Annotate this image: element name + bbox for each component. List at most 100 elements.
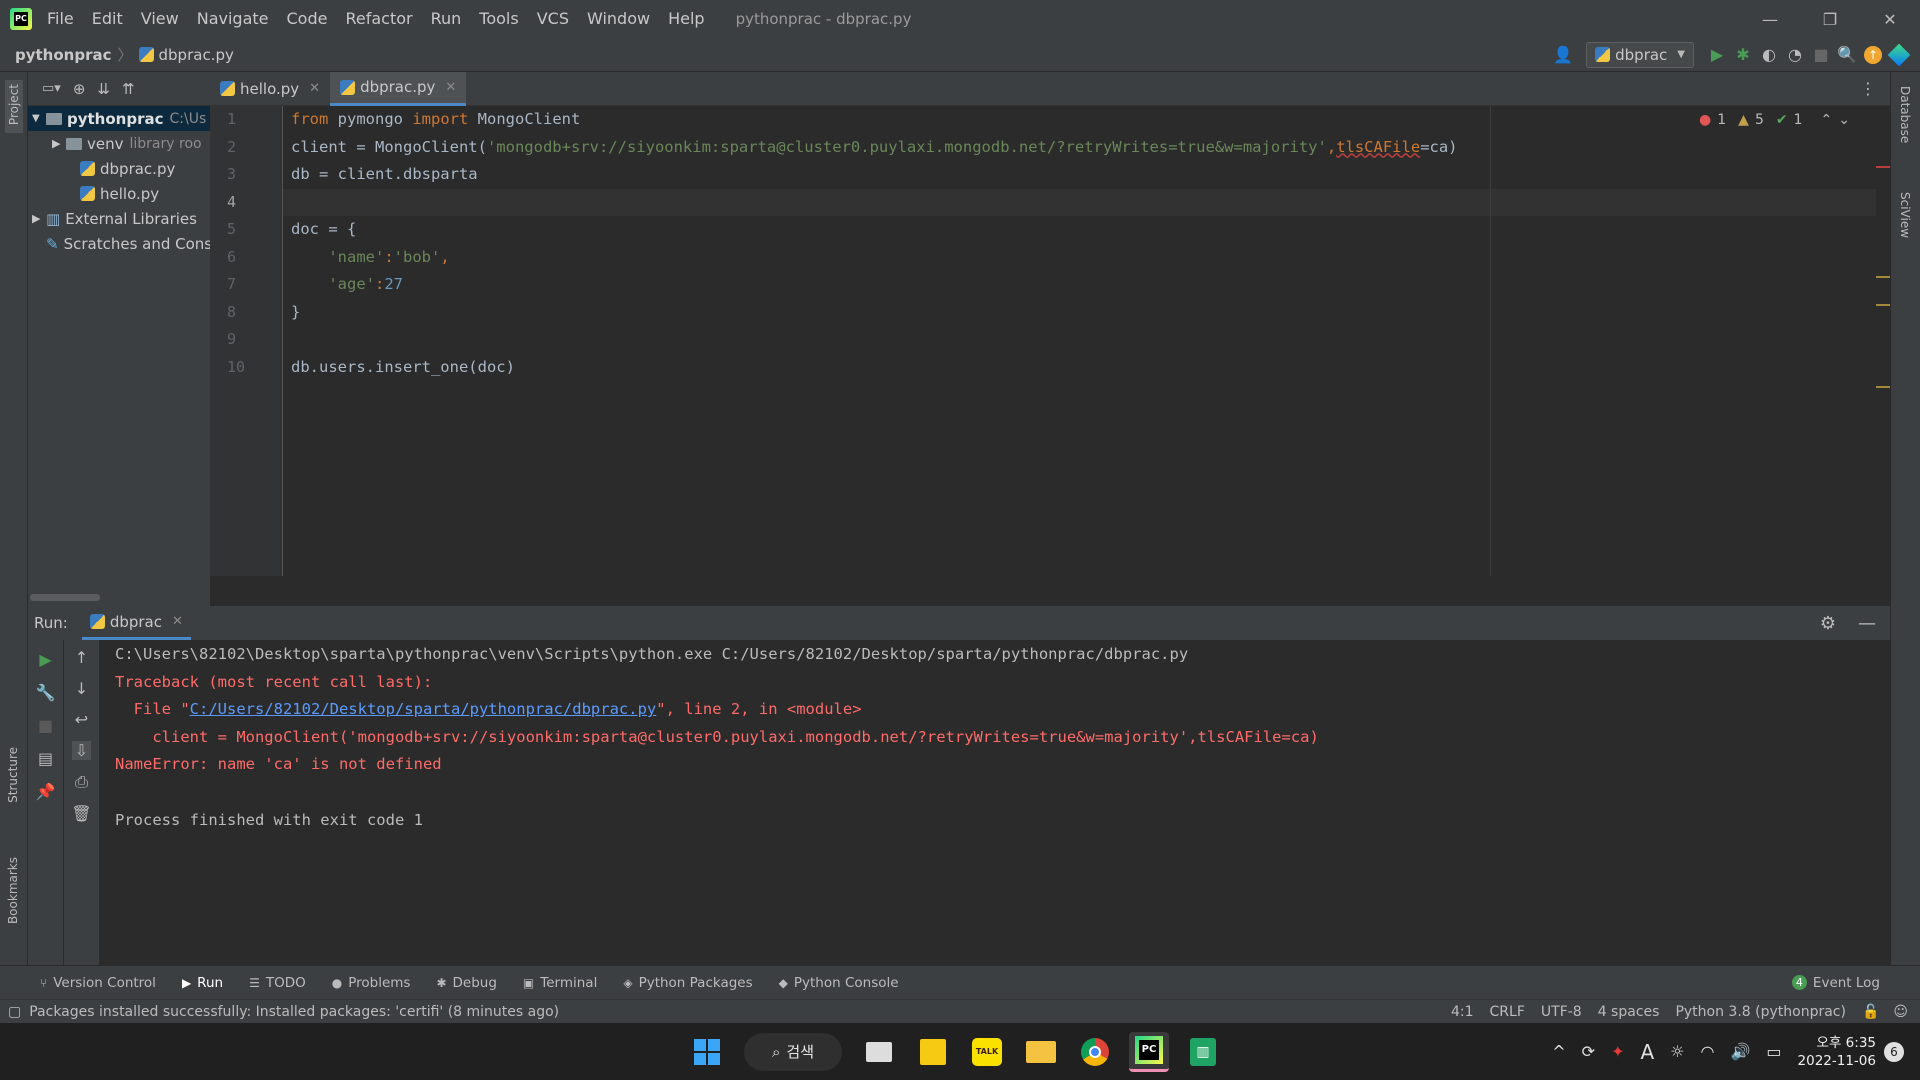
soft-wrap-icon[interactable]: ↩ bbox=[75, 710, 88, 729]
file-explorer-icon[interactable] bbox=[1021, 1032, 1061, 1072]
rerun-icon[interactable]: ▶ bbox=[39, 650, 51, 669]
taskbar-search[interactable]: ⌕ 검색 bbox=[744, 1032, 843, 1071]
menu-window[interactable]: Window bbox=[578, 0, 659, 38]
status-interpreter[interactable]: Python 3.8 (pythonprac) bbox=[1675, 1004, 1846, 1020]
app-tray-icon[interactable]: ✦ bbox=[1611, 1042, 1624, 1061]
status-encoding[interactable]: UTF-8 bbox=[1541, 1004, 1582, 1020]
inspection-widget[interactable]: ● 1 ▲ 5 ✔ 1 ⌃ ⌄ bbox=[1699, 112, 1850, 128]
debug-icon[interactable]: ✱ bbox=[1730, 42, 1756, 68]
arrow-up-icon[interactable]: ↑ bbox=[75, 648, 88, 667]
menu-vcs[interactable]: VCS bbox=[528, 0, 578, 38]
more-tabs-icon[interactable]: ⋮ bbox=[1860, 79, 1876, 98]
profile-icon[interactable]: ◔ bbox=[1782, 42, 1808, 68]
sync-icon[interactable]: ⟳ bbox=[1582, 1042, 1595, 1061]
lock-icon[interactable]: 🔓 bbox=[1862, 1004, 1879, 1020]
toggle-tool-buttons-icon[interactable]: ▢ bbox=[8, 1004, 21, 1020]
close-tab-icon[interactable]: ✕ bbox=[445, 80, 456, 95]
tree-root[interactable]: ▼ pythonprac C:\Us bbox=[28, 106, 210, 131]
tool-event-log[interactable]: 4 Event Log bbox=[1791, 975, 1880, 991]
gear-icon[interactable]: ⚙ bbox=[1820, 613, 1836, 634]
close-button[interactable]: ✕ bbox=[1860, 0, 1920, 38]
sticky-notes-icon[interactable] bbox=[913, 1032, 953, 1072]
pin-icon[interactable]: 📌 bbox=[36, 782, 56, 801]
tab-dbprac[interactable]: dbprac.py ✕ bbox=[330, 71, 467, 106]
menu-navigate[interactable]: Navigate bbox=[188, 0, 278, 38]
print-icon[interactable]: ⎙ bbox=[75, 772, 88, 792]
jetbrains-toolbox-icon[interactable] bbox=[1886, 42, 1912, 68]
tree-item-hello[interactable]: hello.py bbox=[28, 181, 210, 206]
tool-bookmarks[interactable]: Bookmarks bbox=[6, 857, 20, 928]
tool-python-packages[interactable]: ◈ Python Packages bbox=[623, 975, 752, 991]
run-tab-dbprac[interactable]: dbprac ✕ bbox=[81, 606, 191, 640]
brightness-icon[interactable]: ☼ bbox=[1670, 1042, 1684, 1061]
tool-problems[interactable]: ● Problems bbox=[332, 975, 411, 991]
kakaotalk-icon[interactable]: TALK bbox=[967, 1032, 1007, 1072]
task-view-icon[interactable] bbox=[859, 1032, 899, 1072]
tree-item-dbprac[interactable]: dbprac.py bbox=[28, 156, 210, 181]
tool-structure[interactable]: Structure bbox=[6, 747, 20, 807]
minimize-button[interactable]: — bbox=[1740, 0, 1800, 38]
menu-refactor[interactable]: Refactor bbox=[336, 0, 421, 38]
tool-debug[interactable]: ✱ Debug bbox=[436, 975, 496, 991]
volume-icon[interactable]: 🔊 bbox=[1730, 1042, 1750, 1061]
expand-all-icon[interactable]: ⇊ bbox=[97, 80, 110, 98]
tree-item-external-libraries[interactable]: ▶ ▥ External Libraries bbox=[28, 206, 210, 231]
tool-terminal[interactable]: ▣ Terminal bbox=[523, 975, 597, 991]
user-icon[interactable]: 👤 bbox=[1550, 42, 1576, 68]
code-editor[interactable]: from pymongo import MongoClient client =… bbox=[283, 106, 1890, 576]
layout-icon[interactable]: ▤ bbox=[38, 749, 53, 768]
update-icon[interactable]: ↑ bbox=[1860, 42, 1886, 68]
menu-view[interactable]: View bbox=[132, 0, 188, 38]
horizontal-scrollbar[interactable] bbox=[30, 594, 100, 601]
tray-chevron-up-icon[interactable]: ^ bbox=[1552, 1042, 1565, 1061]
menu-code[interactable]: Code bbox=[278, 0, 337, 38]
menu-run[interactable]: Run bbox=[422, 0, 471, 38]
menu-tools[interactable]: Tools bbox=[470, 0, 527, 38]
wifi-icon[interactable]: ◠ bbox=[1701, 1042, 1715, 1061]
tool-project[interactable]: Project bbox=[5, 80, 23, 134]
status-line-separator[interactable]: CRLF bbox=[1490, 1004, 1525, 1020]
battery-icon[interactable]: ▭ bbox=[1766, 1042, 1781, 1061]
hide-panel-icon[interactable]: — bbox=[1858, 613, 1876, 634]
trash-icon[interactable]: 🗑 bbox=[71, 804, 91, 823]
locate-icon[interactable]: ⊕ bbox=[73, 80, 86, 98]
coverage-icon[interactable]: ◐ bbox=[1756, 42, 1782, 68]
previous-highlight-icon[interactable]: ⌃ bbox=[1821, 112, 1833, 128]
restore-button[interactable]: ❐ bbox=[1800, 0, 1860, 38]
tree-item-scratches[interactable]: ✎ Scratches and Cons bbox=[28, 231, 210, 256]
tool-version-control[interactable]: ⑂ Version Control bbox=[40, 975, 156, 991]
next-highlight-icon[interactable]: ⌄ bbox=[1838, 112, 1850, 128]
arrow-down-icon[interactable]: ↓ bbox=[75, 679, 88, 698]
close-tab-icon[interactable]: ✕ bbox=[172, 614, 183, 629]
tree-item-venv[interactable]: ▶ venv library roo bbox=[28, 131, 210, 156]
start-icon[interactable] bbox=[687, 1032, 727, 1072]
stop-icon[interactable]: ■ bbox=[38, 716, 53, 735]
menu-help[interactable]: Help bbox=[659, 0, 713, 38]
tool-todo[interactable]: ☰ TODO bbox=[249, 975, 306, 991]
search-icon[interactable]: 🔍 bbox=[1834, 42, 1860, 68]
close-tab-icon[interactable]: ✕ bbox=[309, 81, 320, 96]
run-console[interactable]: C:\Users\82102\Desktop\sparta\pythonprac… bbox=[100, 640, 1890, 965]
run-config-select[interactable]: dbprac ▼ bbox=[1586, 41, 1694, 68]
inspector-icon[interactable]: ☺ bbox=[1893, 1004, 1908, 1020]
tool-sciview[interactable]: SciView bbox=[1898, 192, 1912, 242]
notification-badge[interactable]: 6 bbox=[1884, 1041, 1904, 1062]
chrome-icon[interactable] bbox=[1075, 1032, 1115, 1072]
clock[interactable]: 오후 6:35 2022-11-06 bbox=[1798, 1034, 1876, 1070]
pycharm-taskbar-icon[interactable]: PC bbox=[1129, 1031, 1170, 1072]
tool-database[interactable]: Database bbox=[1898, 86, 1912, 147]
tool-python-console[interactable]: ◆ Python Console bbox=[779, 975, 899, 991]
status-indent[interactable]: 4 spaces bbox=[1598, 1004, 1660, 1020]
stop-icon[interactable]: ■ bbox=[1808, 42, 1834, 68]
wrench-icon[interactable]: 🔧 bbox=[36, 683, 56, 702]
breadcrumb-project[interactable]: pythonprac bbox=[15, 46, 112, 64]
error-stripe[interactable] bbox=[1876, 106, 1890, 576]
view-options-icon[interactable]: ▭▾ bbox=[42, 81, 61, 96]
input-language[interactable]: A bbox=[1640, 1040, 1654, 1064]
sheets-icon[interactable]: ▥ bbox=[1183, 1032, 1223, 1072]
console-file-link[interactable]: C:/Users/82102/Desktop/sparta/pythonprac… bbox=[190, 700, 657, 718]
tool-run[interactable]: ▶ Run bbox=[182, 975, 223, 991]
tab-hello[interactable]: hello.py ✕ bbox=[210, 72, 330, 106]
run-icon[interactable]: ▶ bbox=[1704, 42, 1730, 68]
menu-file[interactable]: File bbox=[38, 0, 83, 38]
